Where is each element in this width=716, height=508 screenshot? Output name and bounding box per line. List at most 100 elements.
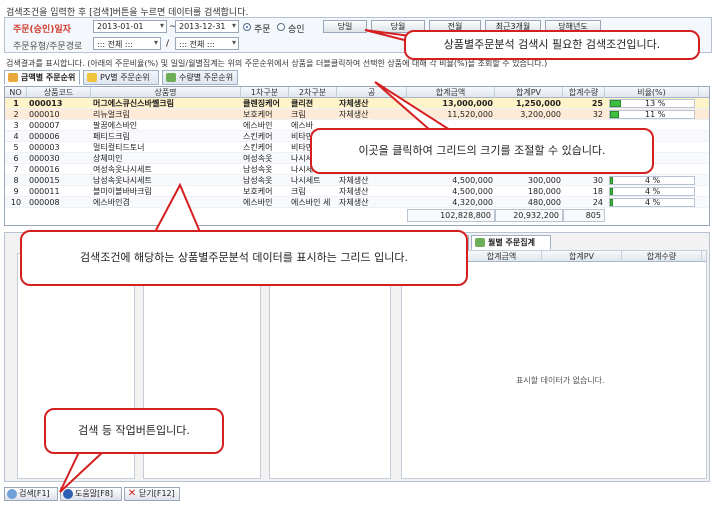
radio-approve[interactable] — [277, 23, 285, 31]
cell-c1: 에스바인 — [243, 121, 273, 130]
cell-amt: 4,500,000 — [452, 187, 493, 196]
cell-g: 자체생산 — [339, 187, 369, 196]
tab-monthly-summary[interactable]: 월별 주문집계 — [471, 235, 551, 250]
table-row[interactable]: 8 000015 남성속옷나시세트 남성속옷 나시세트 자체생산 4,500,000 300,… — [5, 175, 709, 186]
cell-pv: 480,000 — [527, 198, 561, 207]
cell-code: 000003 — [29, 143, 60, 152]
col-no[interactable]: NO — [5, 87, 27, 98]
grid-icon — [475, 238, 485, 247]
cell-c1: 남성속옷 — [243, 165, 273, 174]
cell-c1: 스킨케어 — [243, 132, 273, 141]
cell-name: 팔꿈에스바인 — [93, 121, 138, 130]
tab-pv-ranking[interactable]: PV별 주문순위 — [83, 70, 159, 85]
cell-c2: 나시세트 — [291, 176, 321, 185]
cell-c1: 보호케어 — [243, 187, 273, 196]
date-from-field[interactable]: 2013-01-01 — [93, 20, 167, 33]
cell-c2: 클리젼 — [291, 99, 314, 108]
table-row[interactable]: 9 000011 블미이볼바바크림 보호케어 크림 자체생산 4,500,000 180,00… — [5, 186, 709, 197]
ratio-bar-fill — [610, 111, 619, 118]
cell-name: 상체미인 — [93, 154, 123, 163]
col-cat2[interactable]: 2차구분 — [289, 87, 337, 98]
help-icon — [63, 489, 73, 499]
order-type-select[interactable]: ::: 전체 ::: — [93, 37, 161, 50]
no-data-message: 표시할 데이터가 없습니다. — [516, 376, 605, 385]
tab-qty-ranking[interactable]: 수량별 주문순위 — [162, 70, 238, 85]
date-to-field[interactable]: 2013-12-31 — [175, 20, 239, 33]
cell-c1: 남성속옷 — [243, 176, 273, 185]
cell-code: 000007 — [29, 121, 60, 130]
cell-c2: 크림 — [291, 110, 306, 119]
search-button[interactable]: 검색[F1] — [4, 487, 58, 501]
cell-code: 000011 — [29, 187, 60, 196]
tab-monthly-label: 월별 주문집계 — [488, 238, 535, 247]
cell-c1: 스킨케어 — [243, 143, 273, 152]
col-ratio[interactable]: 비율(%) — [605, 87, 699, 98]
col-supplier[interactable]: 공 — [337, 87, 407, 98]
col-cat1[interactable]: 1차구분 — [241, 87, 289, 98]
cell-no: 8 — [13, 176, 19, 185]
table-row[interactable]: 1 000013 머그에스큐신스바쎌크림 클렌징케어 클리젼 자체생산 13,000,000… — [5, 98, 709, 109]
cell-c1: 보호케어 — [243, 110, 273, 119]
table-row[interactable]: 10 000008 에스바인겸 에스바인 에스바인 세 자체생산 4,320,000 480,… — [5, 197, 709, 208]
cell-code: 000010 — [29, 110, 60, 119]
cell-no: 4 — [13, 132, 19, 141]
cell-g: 자체생산 — [339, 99, 369, 108]
cell-pv: 1,250,000 — [515, 99, 561, 108]
cell-code: 000016 — [29, 165, 60, 174]
slash-separator: / — [166, 39, 170, 49]
search-button-label: 검색[F1] — [19, 489, 50, 498]
cell-no: 7 — [13, 165, 19, 174]
star-icon — [87, 73, 97, 82]
cell-code: 000015 — [29, 176, 60, 185]
cell-name: 머그에스큐신스바쎌크림 — [93, 99, 174, 108]
total-pv: 20,932,200 — [495, 209, 563, 222]
radio-order[interactable] — [243, 23, 251, 31]
today-button[interactable]: 당일 — [323, 20, 367, 33]
cell-name: 여성속옷나시세트 — [93, 165, 152, 174]
order-type-label: 주문유형/주문경로 — [13, 42, 83, 52]
ratio-bar-fill — [610, 177, 613, 184]
cell-g: 자체생산 — [339, 110, 369, 119]
cell-no: 9 — [13, 187, 19, 196]
total-amount: 102,828,800 — [407, 209, 495, 222]
callout-conditions: 상품별주문분석 검색시 필요한 검색조건입니다. — [404, 30, 700, 60]
cell-g: 자체생산 — [339, 198, 369, 207]
close-button[interactable]: ✕ 닫기[F12] — [124, 487, 180, 501]
ratio-label: 4 % — [645, 187, 661, 196]
cell-g: 자체생산 — [339, 176, 369, 185]
cell-c1: 클렌징케어 — [243, 99, 280, 108]
ratio-bar-fill — [610, 188, 613, 195]
cell-qty: 18 — [592, 187, 603, 196]
col-pv[interactable]: 합계PV — [495, 87, 563, 98]
summary-col-pv[interactable]: 합계PV — [542, 251, 622, 262]
cell-name: 블미이볼바바크림 — [93, 187, 152, 196]
tab-amount-label: 금액별 주문순위 — [21, 73, 76, 82]
close-button-label: 닫기[F12] — [139, 489, 175, 498]
cell-code: 000006 — [29, 132, 60, 141]
tab-amount-ranking[interactable]: 금액별 주문순위 — [4, 70, 80, 85]
radio-order-label: 주문 — [254, 25, 271, 35]
cell-name: 페티드크림 — [93, 132, 130, 141]
date-label: 주문(승인)일자 — [13, 25, 71, 35]
summary-col-qty[interactable]: 합계수량 — [622, 251, 702, 262]
callout-buttons: 검색 등 작업버튼입니다. — [44, 408, 224, 454]
summary-col-amount[interactable]: 합계금액 — [462, 251, 542, 262]
col-name[interactable]: 상품명 — [91, 87, 241, 98]
cell-no: 5 — [13, 143, 19, 152]
search-icon — [7, 489, 17, 499]
col-amount[interactable]: 합계금액 — [407, 87, 495, 98]
cell-amt: 11,520,000 — [447, 110, 493, 119]
col-code[interactable]: 상품코드 — [27, 87, 91, 98]
cell-no: 2 — [13, 110, 19, 119]
help-button[interactable]: 도움말[F8] — [60, 487, 122, 501]
cell-name: 리뉴얼크림 — [93, 110, 130, 119]
cell-qty: 30 — [592, 176, 603, 185]
col-qty[interactable]: 합계수량 — [563, 87, 605, 98]
order-route-select[interactable]: ::: 전체 ::: — [175, 37, 239, 50]
grid-header: NO 상품코드 상품명 1차구분 2차구분 공 합계금액 합계PV 합계수량 비… — [5, 87, 709, 98]
table-row[interactable]: 2 000010 리뉴얼크림 보호케어 크림 자체생산 11,520,000 3,200,00… — [5, 109, 709, 120]
cell-qty: 32 — [592, 110, 603, 119]
cell-pv: 3,200,000 — [520, 110, 561, 119]
cell-c2: 크림 — [291, 187, 306, 196]
cell-qty: 24 — [592, 198, 603, 207]
